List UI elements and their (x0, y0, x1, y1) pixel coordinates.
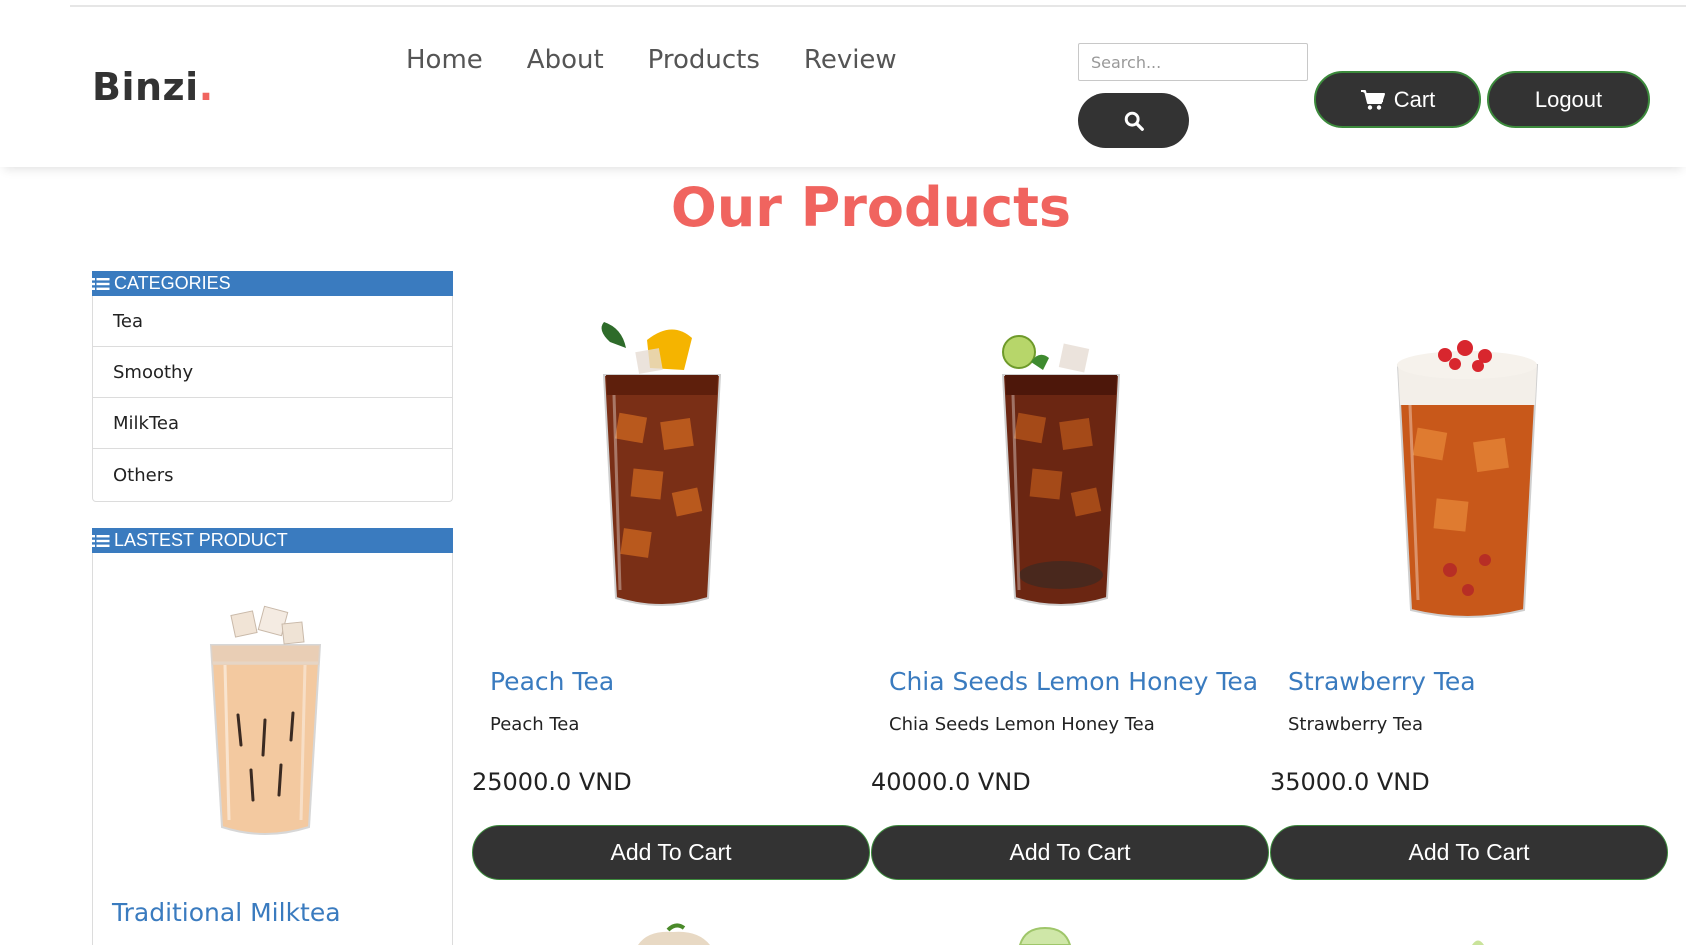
logo-dot: . (198, 65, 214, 109)
page-title: Our Products (670, 176, 1072, 239)
search-button[interactable] (1078, 93, 1189, 148)
search-icon (1124, 111, 1144, 131)
cart-button[interactable]: Cart (1314, 71, 1481, 128)
nav-products[interactable]: Products (648, 45, 760, 75)
product-name[interactable]: Chia Seeds Lemon Honey Tea (889, 667, 1258, 696)
category-item-tea[interactable]: Tea (93, 296, 452, 347)
category-item-milktea[interactable]: MilkTea (93, 398, 452, 449)
logout-label: Logout (1534, 86, 1603, 112)
next-product-image (1472, 940, 1484, 945)
logo[interactable]: Binzi. (92, 65, 214, 109)
logo-text: Binzi (92, 65, 199, 109)
product-description: Strawberry Tea (1288, 714, 1424, 735)
add-to-cart-button[interactable]: Add To Cart (1270, 825, 1668, 880)
categories-title: CATEGORIES (114, 273, 231, 293)
product-card: Peach Tea Peach Tea 25000.0 VND Add To C… (472, 320, 870, 880)
product-price: 35000.0 VND (1270, 768, 1430, 796)
latest-product-title: LASTEST PRODUCT (114, 530, 288, 550)
next-product-image (1018, 926, 1072, 945)
search-input[interactable] (1078, 43, 1308, 81)
list-icon (92, 534, 110, 547)
latest-product-header: LASTEST PRODUCT (92, 528, 453, 553)
site-header: Binzi. Home About Products Review Cart L… (0, 7, 1686, 167)
nav-about[interactable]: About (527, 45, 604, 75)
latest-product-card: Traditional Milktea (92, 553, 453, 945)
category-item-smoothy[interactable]: Smoothy (93, 347, 452, 398)
nav-review[interactable]: Review (804, 45, 897, 75)
category-item-others[interactable]: Others (93, 449, 452, 501)
product-description: Peach Tea (490, 714, 580, 735)
add-to-cart-button[interactable]: Add To Cart (472, 825, 870, 880)
product-description: Chia Seeds Lemon Honey Tea (889, 714, 1155, 735)
chia-seeds-lemon-honey-tea-image[interactable] (991, 320, 1131, 615)
list-icon (92, 277, 110, 290)
product-price: 25000.0 VND (472, 768, 632, 796)
product-card: Strawberry Tea Strawberry Tea 35000.0 VN… (1270, 320, 1668, 880)
product-card: Chia Seeds Lemon Honey Tea Chia Seeds Le… (871, 320, 1269, 880)
main-nav: Home About Products Review (406, 45, 941, 75)
category-list: Tea Smoothy MilkTea Others (92, 296, 453, 502)
logout-button[interactable]: Logout (1487, 71, 1650, 128)
milktea-image[interactable] (203, 605, 328, 845)
latest-product-name[interactable]: Traditional Milktea (112, 898, 341, 927)
strawberry-tea-image[interactable] (1390, 320, 1545, 625)
peach-tea-image[interactable] (592, 320, 732, 615)
product-name[interactable]: Strawberry Tea (1288, 667, 1476, 696)
product-price: 40000.0 VND (871, 768, 1031, 796)
cart-icon (1360, 89, 1385, 110)
next-product-image (638, 923, 710, 945)
categories-header: CATEGORIES (92, 271, 453, 296)
cart-label: Cart (1393, 86, 1436, 112)
product-name[interactable]: Peach Tea (490, 667, 614, 696)
nav-home[interactable]: Home (406, 45, 483, 75)
add-to-cart-button[interactable]: Add To Cart (871, 825, 1269, 880)
